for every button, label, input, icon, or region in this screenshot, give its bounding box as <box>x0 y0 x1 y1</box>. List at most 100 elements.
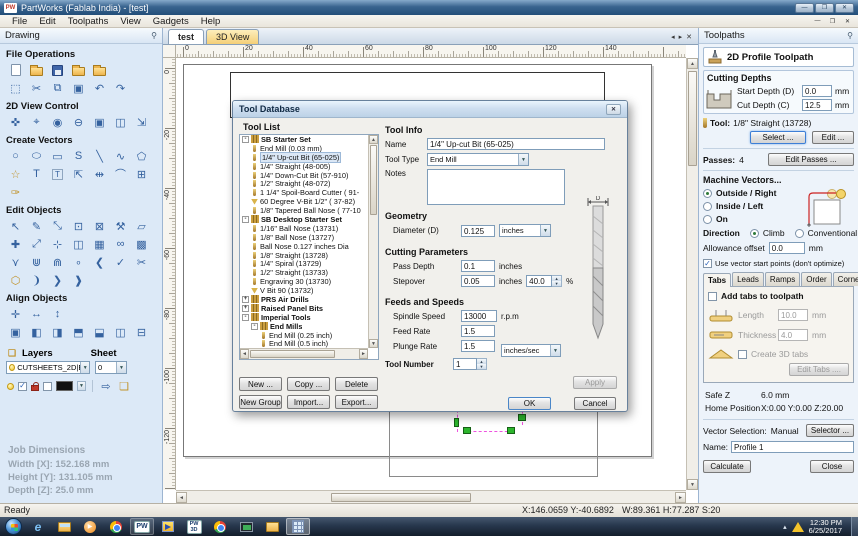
vertical-scrollbar[interactable]: ▲ ▼ <box>686 58 698 490</box>
cut-depth-input[interactable]: 12.5 <box>802 99 832 111</box>
tree-item[interactable]: 1 1/4" Spoil-Board Cutter ( 91- <box>240 188 378 197</box>
stepover-input[interactable]: 0.05 <box>461 275 495 287</box>
hscroll-thumb[interactable] <box>331 493 471 502</box>
stepover-percent-stepper[interactable]: 40.0 ▲▼ <box>526 275 562 287</box>
explorer-icon[interactable] <box>52 518 76 535</box>
mdi-minimize-button[interactable]: — <box>811 16 824 26</box>
scroll-up-icon[interactable]: ▲ <box>369 135 378 144</box>
tree-item[interactable]: 1/8" Tapered Ball Nose ( 77-10 <box>240 206 378 215</box>
fit-lines-icon[interactable]: ❱ <box>70 272 87 288</box>
collapse-icon[interactable]: - <box>251 323 258 330</box>
menu-gadgets[interactable]: Gadgets <box>147 16 195 27</box>
layer-visible-checkbox[interactable]: ✓ <box>18 382 27 391</box>
tree-horizontal-scrollbar[interactable]: ◄ ► <box>240 348 368 359</box>
tree-item[interactable]: 1/2" Straight (48-072) <box>240 179 378 188</box>
collapse-icon[interactable]: - <box>242 136 249 143</box>
paste-array-icon[interactable]: ⊞ <box>133 166 150 182</box>
center-on-sheet-icon[interactable]: ▣ <box>7 324 24 340</box>
zoom-fit-icon[interactable]: ▣ <box>91 114 108 130</box>
calculator-icon[interactable] <box>286 518 310 535</box>
ellipse-icon[interactable]: ⬭ <box>28 148 45 164</box>
align-v-center-icon[interactable]: ↕ <box>49 306 66 322</box>
tree-item[interactable]: Ball Nose 0.127 inches Dia <box>240 242 378 251</box>
pan-icon[interactable]: ✜ <box>7 114 24 130</box>
tool-type-select[interactable]: End Mill ▼ <box>427 153 529 166</box>
align-center-icon[interactable]: ✛ <box>7 306 24 322</box>
selector-button[interactable]: Selector ... <box>806 424 854 437</box>
arc-text-icon[interactable]: ⌒ <box>112 166 129 182</box>
diameter-input[interactable]: 0.125 <box>461 225 495 237</box>
partworks-taskbar-icon[interactable]: PW <box>130 518 154 535</box>
media-player-icon[interactable]: ▶ <box>78 518 102 535</box>
line-icon[interactable]: ╲ <box>91 148 108 164</box>
start-button[interactable] <box>5 518 22 535</box>
array-copy-icon[interactable]: ▦ <box>91 236 108 252</box>
selection-handle[interactable] <box>454 418 459 427</box>
tree-item[interactable]: 1/2" Straight (13733) <box>240 268 378 277</box>
mdi-close-button[interactable]: ✕ <box>841 16 854 26</box>
dialog-close-icon[interactable]: ✕ <box>606 104 621 115</box>
ok-button[interactable]: OK <box>508 397 551 410</box>
undo-icon[interactable]: ↶ <box>91 80 108 96</box>
move-to-layer-icon[interactable]: ⇨ <box>99 378 113 394</box>
tree-item[interactable]: 1/16" Ball Nose (13731) <box>240 224 378 233</box>
start-depth-input[interactable]: 0.0 <box>802 85 832 97</box>
scroll-right-icon[interactable]: ► <box>359 349 368 359</box>
chrome-icon[interactable] <box>104 518 128 535</box>
add-tabs-checkbox[interactable] <box>708 292 717 301</box>
tab-corners[interactable]: Corners <box>833 272 858 286</box>
tree-item[interactable]: -End Mills <box>240 322 378 331</box>
hammer-icon[interactable]: ⚒ <box>112 218 129 234</box>
selection-handle[interactable] <box>463 427 471 434</box>
inside-left-radio[interactable] <box>703 202 712 211</box>
import-button[interactable]: Import... <box>287 395 330 409</box>
scroll-left-icon[interactable]: ◄ <box>176 492 187 503</box>
expand-icon[interactable]: + <box>242 305 249 312</box>
tab-leads[interactable]: Leads <box>732 272 764 286</box>
menu-edit[interactable]: Edit <box>33 16 61 27</box>
chevron-down-icon[interactable]: ▼ <box>550 345 560 356</box>
fit-curves-icon[interactable]: ❯ <box>49 272 66 288</box>
rectangle-icon[interactable]: ▭ <box>49 148 66 164</box>
tree-item[interactable]: 60 Degree V-Bit 1/2" ( 37-82) <box>240 197 378 206</box>
align-right-icon[interactable]: ◨ <box>49 324 66 340</box>
select-icon[interactable]: ↖ <box>7 218 24 234</box>
folder-icon[interactable] <box>260 518 284 535</box>
tree-item[interactable]: Engraving 30 (13730) <box>240 277 378 286</box>
spindle-speed-input[interactable]: 13000 <box>461 310 497 322</box>
chevron-down-icon[interactable]: ▼ <box>540 225 550 236</box>
climb-radio[interactable] <box>750 229 759 238</box>
create-3d-tabs-checkbox[interactable] <box>738 350 747 359</box>
pin-icon[interactable]: ⚲ <box>847 31 853 40</box>
layer-select[interactable]: CUTSHEETS_2D|EXT ▼ <box>6 361 90 374</box>
tab-order[interactable]: Order <box>801 272 831 286</box>
scroll-left-icon[interactable]: ◄ <box>240 349 249 359</box>
vector-boundary-icon[interactable]: ⬡ <box>7 272 24 288</box>
save-file-icon[interactable] <box>49 62 66 78</box>
tree-hscroll-thumb[interactable] <box>250 350 335 358</box>
subtract-icon[interactable]: ⋒ <box>49 254 66 270</box>
outside-right-radio[interactable] <box>703 189 712 198</box>
size-icon[interactable]: ⤢ <box>28 236 45 252</box>
pin-icon[interactable]: ⚲ <box>151 31 157 40</box>
align-bottom-icon[interactable]: ⬓ <box>91 324 108 340</box>
copy-icon[interactable]: ⧉ <box>49 80 66 96</box>
delete-icon[interactable]: ⊠ <box>91 218 108 234</box>
feed-rate-input[interactable]: 1.5 <box>461 325 495 337</box>
apply-button[interactable]: Apply <box>573 376 617 389</box>
distribute-v-icon[interactable]: ⊟ <box>133 324 150 340</box>
menu-view[interactable]: View <box>114 16 146 27</box>
selection-handle[interactable] <box>518 414 526 421</box>
boxed-text-icon[interactable]: T <box>49 166 66 182</box>
tool-name-input[interactable]: 1/4" Up-cut Bit (65-025) <box>427 138 605 150</box>
link-icon[interactable]: ∞ <box>112 236 129 252</box>
tab-test[interactable]: test <box>168 29 204 44</box>
new-tool-button[interactable]: New ... <box>239 377 282 391</box>
open-file-icon[interactable] <box>28 62 45 78</box>
move-icon[interactable]: ✚ <box>7 236 24 252</box>
dialog-title-bar[interactable]: Tool Database ✕ <box>233 101 627 118</box>
rate-units-select[interactable]: inches/sec▼ <box>501 344 561 357</box>
polygon-icon[interactable]: ⬠ <box>133 148 150 164</box>
tree-item[interactable]: +PRS Air Drills <box>240 295 378 304</box>
menu-help[interactable]: Help <box>195 16 227 27</box>
